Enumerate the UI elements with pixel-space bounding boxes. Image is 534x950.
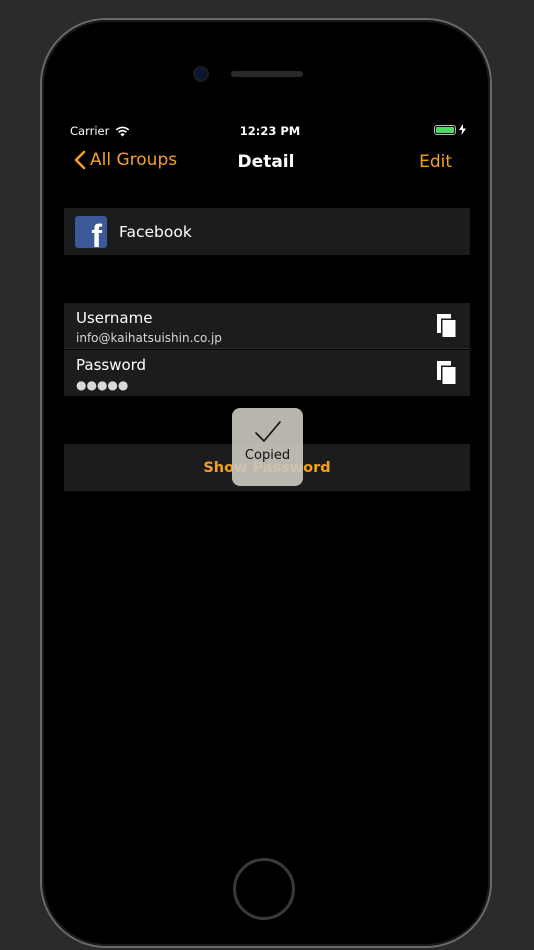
status-battery-group — [434, 124, 466, 135]
home-button[interactable] — [233, 858, 295, 920]
page-title: Detail — [237, 152, 295, 172]
battery-level — [436, 126, 454, 133]
front-camera — [195, 68, 207, 80]
charging-bolt-icon — [459, 124, 466, 135]
edit-button[interactable]: Edit — [419, 152, 452, 172]
password-label: Password — [76, 356, 147, 374]
toast-label: Copied — [244, 448, 291, 463]
password-cell[interactable]: Password ●●●●● — [64, 350, 470, 396]
group-cell[interactable]: f Facebook — [64, 208, 470, 255]
status-bar: Carrier 12:23 PM — [70, 124, 466, 140]
group-name: Facebook — [119, 222, 192, 241]
checkmark-icon — [254, 421, 281, 442]
copy-username-icon[interactable] — [436, 313, 458, 339]
navigation-bar: All Groups Detail Edit — [64, 148, 468, 178]
copied-toast: Copied — [232, 408, 303, 486]
username-value: info@kaihatsuishin.co.jp — [76, 331, 222, 345]
phone-frame: Carrier 12:23 PM All Groups Detail Edit — [42, 20, 490, 946]
facebook-icon: f — [75, 215, 107, 248]
battery-icon — [434, 124, 456, 135]
status-time: 12:23 PM — [239, 124, 301, 138]
field-divider — [64, 348, 470, 349]
username-label: Username — [76, 309, 153, 327]
password-value: ●●●●● — [76, 378, 129, 392]
username-cell[interactable]: Username info@kaihatsuishin.co.jp — [64, 303, 470, 349]
earpiece-speaker — [231, 71, 303, 77]
copy-password-icon[interactable] — [436, 360, 458, 386]
